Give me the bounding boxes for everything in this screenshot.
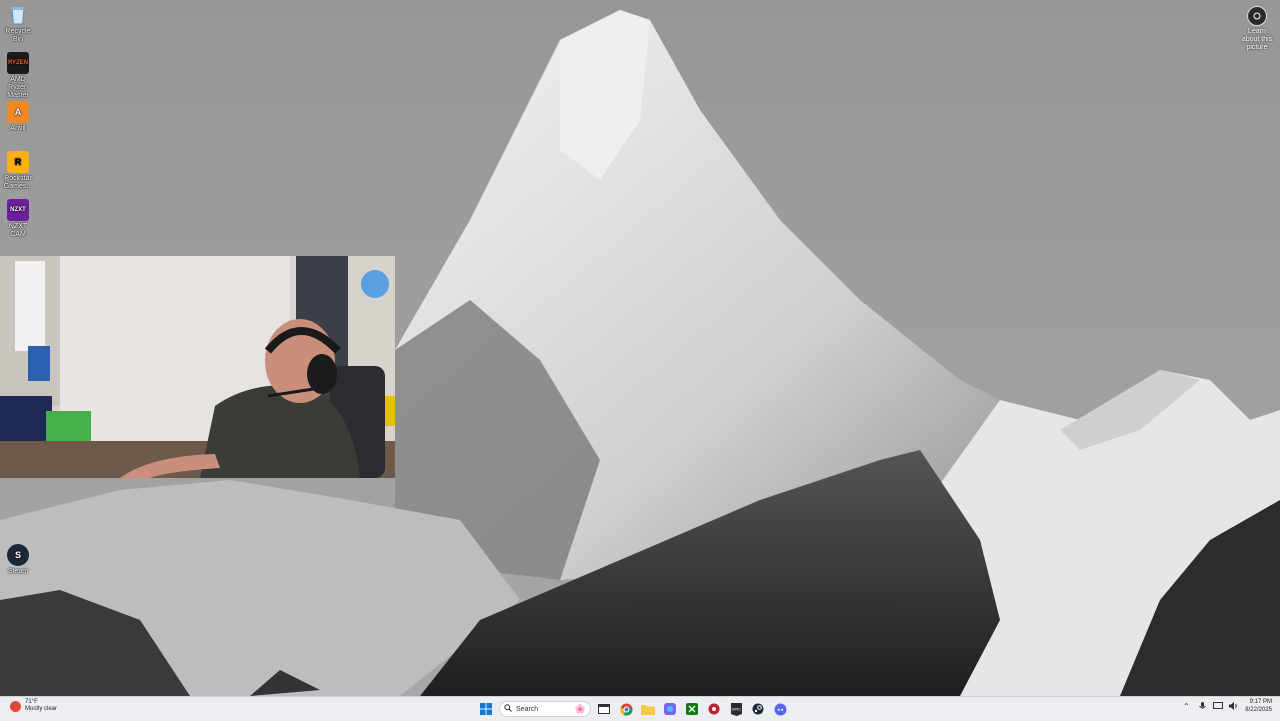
nzxt-icon: NZXT (7, 199, 29, 221)
weather-temp: 71°F (25, 699, 38, 705)
app-red-icon (708, 703, 720, 715)
clock-time: 9:17 PM (1249, 699, 1272, 705)
taskbar-apps: Search 🌸 EPIC (477, 700, 789, 718)
folder-icon (641, 704, 655, 715)
network-icon[interactable] (1213, 701, 1224, 711)
desktop-icon-label: Rockstar Games... (3, 175, 33, 190)
epic-games-icon: EPIC (730, 702, 742, 716)
chevron-up-icon[interactable]: ⌃ (1181, 701, 1191, 711)
taskbar: 71°F Mostly clear Search 🌸 EPIC ⌃ 9:17 P… (0, 696, 1280, 721)
weather-icon (10, 700, 21, 712)
weather-desc: Mostly clear (25, 706, 58, 712)
learn-about-picture[interactable]: Learn about this picture (1240, 6, 1274, 52)
search-icon (504, 704, 512, 714)
discord-icon (774, 703, 786, 715)
desktop-icon-recycle-bin[interactable]: Recycle Bin (2, 4, 34, 44)
xbox-button[interactable] (683, 700, 701, 718)
rockstar-icon: R (7, 151, 29, 173)
start-icon (480, 703, 492, 715)
camera-icon (1247, 6, 1267, 26)
system-tray: ⌃ 9:17 PM 8/22/2025 (1181, 698, 1272, 714)
desktop-icon-label: NZXT CAM (8, 223, 28, 238)
weather-widget[interactable]: 71°F Mostly clear (10, 699, 57, 713)
search-placeholder: Search (516, 705, 539, 713)
start-button[interactable] (477, 700, 495, 718)
webcam-overlay (0, 256, 395, 478)
steam-taskbar-button[interactable] (749, 700, 767, 718)
desktop-icon-label: AMD Ryzen Master (7, 76, 29, 99)
learn-label: Learn about this picture (1241, 28, 1273, 51)
xbox-icon (686, 703, 698, 715)
taskbar-search[interactable]: Search 🌸 (499, 701, 591, 717)
task-view-icon (598, 704, 610, 714)
recycle-bin-icon (7, 4, 29, 26)
webcam-feed-image (0, 256, 395, 478)
taskbar-clock[interactable]: 9:17 PM 8/22/2025 (1245, 698, 1272, 714)
file-explorer-button[interactable] (639, 700, 657, 718)
desktop-icon-nzxt[interactable]: NZXT NZXT CAM (2, 199, 34, 239)
search-highlight-icon: 🌸 (574, 703, 586, 714)
photos-button[interactable] (661, 700, 679, 718)
desktop-icon-steam[interactable]: S Steam (2, 544, 34, 576)
ryzen-master-icon: RYZEN (7, 52, 29, 74)
task-view-button[interactable] (595, 700, 613, 718)
desktop-icon-label: Steam (7, 568, 29, 575)
photos-icon (664, 703, 676, 715)
red-app-button[interactable] (705, 700, 723, 718)
microphone-icon[interactable] (1197, 701, 1207, 711)
chrome-icon (619, 703, 632, 715)
anvil-icon: A (7, 101, 29, 123)
clock-date: 8/22/2025 (1245, 707, 1272, 713)
desktop-icon-label: Recycle Bin (5, 28, 31, 43)
chrome-button[interactable] (617, 700, 635, 718)
desktop-icon-anvil[interactable]: A Anvil (2, 101, 34, 133)
svg-text:EPIC: EPIC (731, 706, 740, 711)
desktop-icon-ryzen-master[interactable]: RYZEN AMD Ryzen Master (2, 52, 34, 100)
discord-button[interactable] (771, 700, 789, 718)
desktop-icon-label: Anvil (10, 125, 26, 132)
steam-icon: S (7, 544, 29, 566)
desktop-icon-rockstar[interactable]: R Rockstar Games... (2, 151, 34, 191)
epic-games-button[interactable]: EPIC (727, 700, 745, 718)
volume-icon[interactable] (1229, 701, 1239, 711)
steam-icon (752, 703, 764, 715)
